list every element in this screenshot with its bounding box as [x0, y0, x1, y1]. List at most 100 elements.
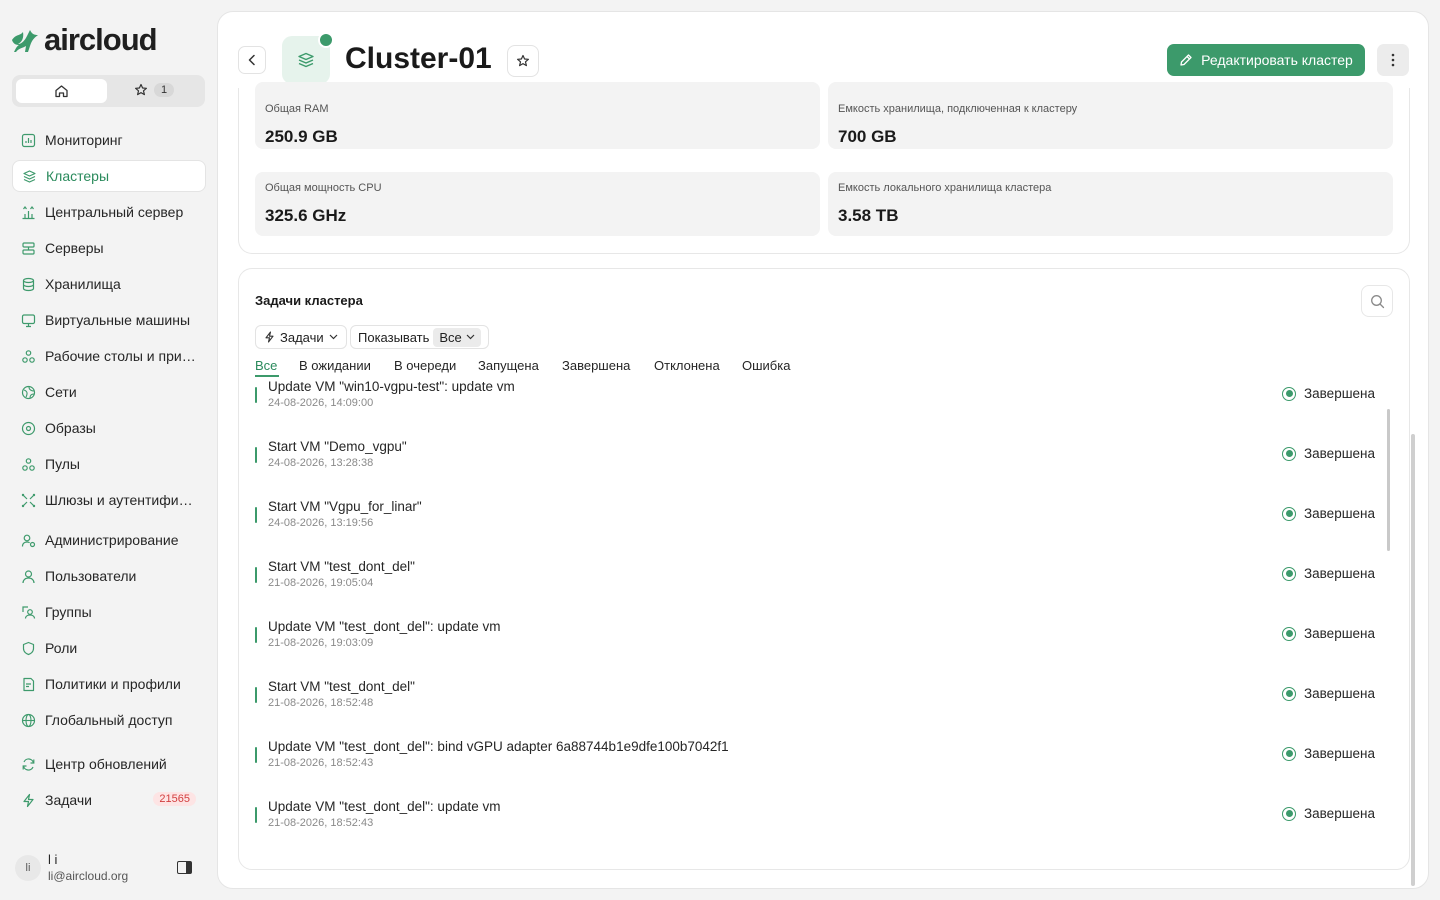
home-icon: [55, 85, 68, 98]
tasks-title: Задачи кластера: [255, 293, 363, 308]
task-type-filter[interactable]: Задачи: [255, 325, 347, 349]
task-status-bar: [255, 687, 257, 703]
nav-label: Задачи: [45, 792, 93, 808]
task-row[interactable]: Update VM "test_dont_del": bind vGPU ada…: [255, 739, 1385, 787]
nav-label: Шлюзы и аутентифика...: [45, 492, 197, 508]
tab-rejected[interactable]: Отклонена: [654, 358, 720, 373]
page-scrollbar[interactable]: [1411, 434, 1415, 886]
avatar: li: [15, 855, 41, 881]
task-status-label: Завершена: [1304, 806, 1376, 821]
nav-item-global-access[interactable]: Глобальный доступ: [12, 704, 206, 736]
task-row[interactable]: Update VM "win10-vgpu-test": update vm 2…: [255, 379, 1385, 427]
cluster-status-indicator: [318, 32, 334, 48]
nav-item-tasks[interactable]: Задачи 21565: [12, 784, 206, 816]
nav-label: Центр обновлений: [45, 756, 167, 772]
star-icon: [517, 54, 529, 67]
nav-label: Центральный сервер: [45, 204, 184, 220]
task-status-bar: [255, 507, 257, 523]
task-status: Завершена: [1282, 506, 1375, 521]
nav-item-updates[interactable]: Центр обновлений: [12, 748, 206, 780]
task-title: Start VM "test_dont_del": [268, 559, 415, 574]
nav-label: Рабочие столы и прил...: [45, 348, 197, 364]
stat-label: Емкость локального хранилища кластера: [838, 182, 1052, 194]
nav-item-policies[interactable]: Политики и профили: [12, 668, 206, 700]
task-row[interactable]: Start VM "test_dont_del" 21-08-2026, 19:…: [255, 559, 1385, 607]
tab-completed[interactable]: Завершена: [562, 358, 630, 373]
task-status: Завершена: [1282, 446, 1375, 461]
task-row[interactable]: Start VM "test_dont_del" 21-08-2026, 18:…: [255, 679, 1385, 727]
task-title: Start VM "Demo_vgpu": [268, 439, 407, 454]
stat-value: 250.9 GB: [265, 127, 338, 146]
nav-item-clusters[interactable]: Кластеры: [12, 160, 206, 192]
edit-cluster-button[interactable]: Редактировать кластер: [1167, 44, 1365, 76]
task-status-bar: [255, 807, 257, 823]
stat-cpu: Общая мощность CPU 325.6 GHz: [255, 172, 820, 236]
gateway-icon: [21, 493, 36, 507]
nav-label: Глобальный доступ: [45, 712, 173, 728]
tab-running[interactable]: Запущена: [478, 358, 539, 373]
user-email: li@aircloud.org: [48, 869, 129, 883]
main-panel: Cluster-01 Редактировать кластер Общая R…: [217, 11, 1429, 889]
task-status-bar: [255, 387, 257, 403]
task-row[interactable]: Update VM "test_dont_del": update vm 21-…: [255, 619, 1385, 667]
status-completed-icon: [1282, 446, 1296, 461]
nav-item-users[interactable]: Пользователи: [12, 560, 206, 592]
nav-item-servers[interactable]: Серверы: [12, 232, 206, 264]
nav-label: Мониторинг: [45, 132, 123, 148]
task-status-label: Завершена: [1304, 626, 1376, 641]
status-completed-icon: [1282, 746, 1296, 761]
show-filter-value: Все: [439, 329, 462, 345]
nav-label: Кластеры: [46, 168, 109, 184]
show-filter-select[interactable]: Все: [433, 327, 481, 347]
nav-label: Хранилища: [45, 276, 121, 292]
task-time: 24-08-2026, 13:28:38: [268, 457, 374, 469]
nav-item-groups[interactable]: Группы: [12, 596, 206, 628]
favorites-tab[interactable]: 1: [134, 83, 175, 97]
chevron-down-icon: [329, 334, 338, 340]
show-filter[interactable]: Показывать Все: [350, 325, 489, 349]
sidebar-toggle-icon[interactable]: [177, 861, 192, 874]
search-button[interactable]: [1361, 285, 1393, 317]
nav-item-networks[interactable]: Сети: [12, 376, 206, 408]
status-completed-icon: [1282, 566, 1296, 581]
nav-item-storage[interactable]: Хранилища: [12, 268, 206, 300]
task-list[interactable]: Update VM "win10-vgpu-test": update vm 2…: [239, 379, 1389, 869]
layers-icon: [23, 169, 36, 183]
tab-error[interactable]: Ошибка: [742, 358, 790, 373]
tab-queued[interactable]: В очереди: [394, 358, 456, 373]
tab-all[interactable]: Все: [255, 358, 277, 373]
task-time: 21-08-2026, 18:52:43: [268, 757, 374, 769]
nav-item-gateways[interactable]: Шлюзы и аутентифика...: [12, 484, 206, 516]
back-button[interactable]: [238, 46, 266, 74]
nav-item-administration[interactable]: Администрирование: [12, 524, 206, 556]
more-vertical-icon: [1391, 53, 1395, 67]
logo[interactable]: aircloud: [10, 22, 158, 58]
task-status-label: Завершена: [1304, 446, 1376, 461]
nav-item-roles[interactable]: Роли: [12, 632, 206, 664]
user-profile[interactable]: li l i li@aircloud.org: [15, 852, 205, 886]
nav-item-monitoring[interactable]: Мониторинг: [12, 124, 206, 156]
search-icon: [1370, 294, 1384, 308]
task-status: Завершена: [1282, 686, 1375, 701]
stat-value: 700 GB: [838, 127, 897, 146]
task-row[interactable]: Start VM "Demo_vgpu" 24-08-2026, 13:28:3…: [255, 439, 1385, 487]
task-status-label: Завершена: [1304, 746, 1376, 761]
apps-icon: [22, 349, 35, 363]
more-options-button[interactable]: [1377, 44, 1409, 76]
group-icon: [22, 605, 36, 619]
nav-item-vms[interactable]: Виртуальные машины: [12, 304, 206, 336]
tab-pending[interactable]: В ожидании: [299, 358, 371, 373]
task-list-scrollbar[interactable]: [1387, 409, 1390, 551]
layers-icon: [298, 52, 314, 68]
bolt-icon: [23, 793, 34, 807]
favorite-button[interactable]: [507, 45, 539, 77]
nav-item-pools[interactable]: Пулы: [12, 448, 206, 480]
task-row[interactable]: Start VM "Vgpu_for_linar" 24-08-2026, 13…: [255, 499, 1385, 547]
task-row[interactable]: Update VM "test_dont_del": update vm 21-…: [255, 799, 1385, 847]
nav-label: Образы: [45, 420, 96, 436]
nav-item-desktops[interactable]: Рабочие столы и прил...: [12, 340, 206, 372]
nav-item-images[interactable]: Образы: [12, 412, 206, 444]
active-tab-indicator: [255, 375, 279, 377]
nav-item-central-server[interactable]: Центральный сервер: [12, 196, 206, 228]
home-tab[interactable]: [16, 79, 107, 103]
